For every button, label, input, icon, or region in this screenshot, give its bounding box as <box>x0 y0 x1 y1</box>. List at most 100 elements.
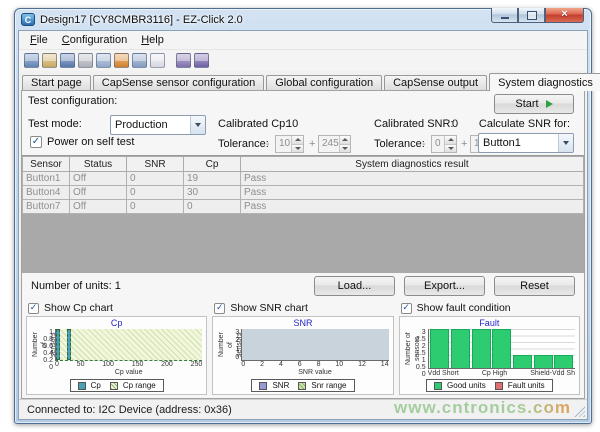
table-row[interactable]: Button7Off00Pass <box>23 200 584 214</box>
fault-chart-title: Fault <box>404 318 575 329</box>
connect-device-icon[interactable] <box>114 53 129 68</box>
plus-sign: + <box>309 138 315 150</box>
cp-bar <box>67 329 71 360</box>
app-icon: C <box>21 13 35 26</box>
cp-tolerance-minus-spinner[interactable]: 10 <box>275 135 304 153</box>
fault-plot-area <box>428 329 575 369</box>
show-fault-condition-checkbox[interactable]: Show fault condition <box>399 300 580 316</box>
snr-chart-title: SNR <box>217 318 388 329</box>
window-controls <box>491 8 584 23</box>
load-button[interactable]: Load... <box>314 276 395 296</box>
snr-plot-area <box>241 329 388 361</box>
chevron-down-icon <box>190 116 205 134</box>
cp-chart-panel: Cp Number of sensors 10.80.60.40.20 0501… <box>26 316 207 395</box>
export-file-icon[interactable] <box>96 53 111 68</box>
tab-system-diagnostics[interactable]: System diagnostics <box>489 73 600 91</box>
watermark: www.cntronics.com <box>394 398 571 418</box>
play-icon <box>546 100 553 108</box>
minus-sign: - <box>422 138 426 150</box>
number-of-units-label: Number of units: 1 <box>31 280 305 292</box>
export-button[interactable]: Export... <box>404 276 485 296</box>
cp-tolerance-plus-spinner[interactable]: 245 <box>318 135 351 153</box>
table-row[interactable]: Button1Off019Pass <box>23 172 584 186</box>
menu-help[interactable]: Help <box>134 33 171 47</box>
show-cp-chart-checkbox[interactable]: Show Cp chart <box>26 300 207 316</box>
plus-sign: + <box>461 138 467 150</box>
cp-x-axis-label: Cp value <box>55 369 202 378</box>
fault-bar <box>492 329 511 368</box>
apply-to-device-icon[interactable] <box>132 53 147 68</box>
generate-report-icon[interactable] <box>150 53 165 68</box>
cp-legend: Cp Cp range <box>70 379 164 392</box>
snr-legend-swatch <box>259 382 267 390</box>
chevron-down-icon <box>558 134 573 152</box>
fault-bar <box>430 329 449 368</box>
fault-legend: Good units Fault units <box>426 379 553 392</box>
cp-tolerance-label: Tolerance: <box>218 138 269 150</box>
tab-capsense-sensor-configuration[interactable]: CapSense sensor configuration <box>93 75 264 90</box>
fault-bar <box>513 355 532 368</box>
open-design-icon[interactable] <box>42 53 57 68</box>
maximize-button[interactable] <box>518 8 545 23</box>
calibrated-cp-value: 10 <box>286 118 298 130</box>
cp-bar <box>56 329 60 360</box>
print-icon[interactable] <box>78 53 93 68</box>
snr-tolerance-minus-spinner[interactable]: 0 <box>431 135 457 153</box>
tab-capsense-output[interactable]: CapSense output <box>384 75 487 90</box>
checkbox-checked-icon <box>401 303 412 314</box>
tab-strip: Start pageCapSense sensor configurationG… <box>19 71 587 90</box>
spinner-arrows-icon[interactable] <box>291 136 303 152</box>
compare-designs-icon[interactable] <box>176 53 191 68</box>
start-button[interactable]: Start <box>494 94 574 114</box>
good-units-legend-swatch <box>434 382 442 390</box>
window-body: FileConfigurationHelp Start pageCapSense… <box>18 30 588 420</box>
fault-y-axis-label: Number of sensors <box>404 329 413 369</box>
title-bar[interactable]: C Design17 [CY8CMBR3116] - EZ-Click 2.0 <box>18 9 588 30</box>
calculate-snr-for-dropdown[interactable]: Button1 <box>478 133 574 153</box>
checkbox-checked-icon <box>214 303 225 314</box>
checkbox-checked-icon <box>30 136 42 148</box>
fault-bar <box>472 329 491 368</box>
new-design-icon[interactable] <box>24 53 39 68</box>
reset-button[interactable]: Reset <box>494 276 575 296</box>
menu-bar: FileConfigurationHelp <box>19 31 587 50</box>
snr-tolerance-label: Tolerance: <box>374 138 425 150</box>
test-configuration-label: Test configuration: <box>28 95 117 107</box>
fault-bar <box>451 329 470 368</box>
table-row[interactable]: Button4Off030Pass <box>23 186 584 200</box>
calibrated-snr-label: Calibrated SNR: <box>374 118 453 130</box>
test-mode-dropdown[interactable]: Production <box>110 115 206 135</box>
fault-plot-bars <box>429 329 575 368</box>
fault-units-legend-swatch <box>495 382 503 390</box>
calculate-snr-label: Calculate SNR for: <box>479 118 570 130</box>
cp-range-legend-swatch <box>110 382 118 390</box>
table-header-row: SensorStatusSNRCpSystem diagnostics resu… <box>23 157 584 172</box>
save-design-icon[interactable] <box>60 53 75 68</box>
resize-grip-icon[interactable] <box>574 406 585 417</box>
minus-sign: - <box>266 138 270 150</box>
power-on-self-test-checkbox[interactable]: Power on self test <box>30 136 134 148</box>
cp-x-ticks: 050100150200250 <box>55 361 202 369</box>
app-window: C Design17 [CY8CMBR3116] - EZ-Click 2.0 … <box>14 8 592 424</box>
calibrated-snr-value: 0 <box>452 118 458 130</box>
units-row: Number of units: 1 Load... Export... Res… <box>22 273 584 299</box>
snr-legend: SNR Snr range <box>251 379 354 392</box>
menu-configuration[interactable]: Configuration <box>55 33 134 47</box>
spinner-arrows-icon[interactable] <box>339 136 350 152</box>
tab-start-page[interactable]: Start page <box>22 75 91 90</box>
cp-plot-bars <box>56 329 202 360</box>
charts-section: Show Cp chart Cp Number of sensors 10.80… <box>22 299 584 398</box>
diagnostics-table-body: Button1Off019PassButton4Off030PassButton… <box>23 172 584 214</box>
tab-global-configuration[interactable]: Global configuration <box>266 75 382 90</box>
close-button[interactable] <box>545 8 584 23</box>
cp-y-axis-label: Number of sensors <box>31 329 40 361</box>
fault-chart-column: Show fault condition Fault Number of sen… <box>399 300 580 395</box>
spinner-arrows-icon[interactable] <box>444 136 456 152</box>
snr-range-legend-swatch <box>298 382 306 390</box>
cp-legend-swatch <box>78 382 86 390</box>
find-device-icon[interactable] <box>194 53 209 68</box>
calibrated-cp-label: Calibrated Cp: <box>218 118 288 130</box>
menu-file[interactable]: File <box>23 33 55 47</box>
show-snr-chart-checkbox[interactable]: Show SNR chart <box>212 300 393 316</box>
minimize-button[interactable] <box>491 8 518 23</box>
